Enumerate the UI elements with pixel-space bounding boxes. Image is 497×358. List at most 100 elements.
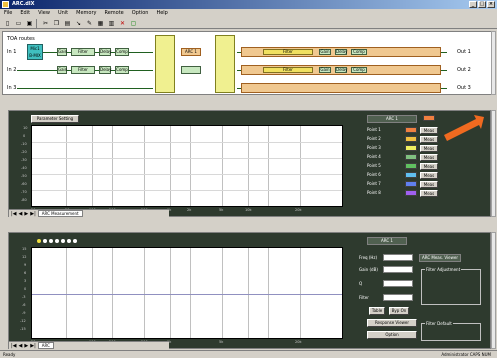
meas-button-1[interactable]: Meas [420, 127, 438, 134]
measurement-scrollbar[interactable] [491, 110, 496, 217]
tab2-next-icon[interactable]: ▶ [24, 343, 28, 349]
freq-label: Freq (Hz) [359, 255, 378, 260]
filter-block-1[interactable]: Filter [71, 48, 95, 56]
output-delay-2[interactable]: Delay [335, 67, 347, 73]
point-color-8[interactable] [405, 190, 417, 196]
open-folder-icon[interactable]: ▭ [14, 19, 23, 28]
comp-block-2[interactable]: Comp [115, 66, 129, 74]
maximize-button[interactable]: □ [478, 1, 486, 8]
arc-block-2[interactable] [181, 66, 201, 74]
page-dot-1[interactable] [37, 239, 41, 243]
tab-last-icon[interactable]: ▶| [30, 211, 36, 217]
page-dot-7[interactable] [73, 239, 77, 243]
tab-first-icon[interactable]: |◀ [11, 211, 17, 217]
menu-file[interactable]: File [4, 9, 12, 18]
menu-option[interactable]: Option [132, 9, 149, 18]
meas-button-6[interactable]: Meas [420, 172, 438, 179]
point-color-2[interactable] [405, 136, 417, 142]
filter-block-2[interactable]: Filter [71, 66, 95, 74]
close-button[interactable]: × [487, 1, 495, 8]
delay-block-2[interactable]: Delay [99, 66, 111, 74]
table-button[interactable]: Table [369, 307, 385, 315]
meas-button-3[interactable]: Meas [420, 145, 438, 152]
point-color-6[interactable] [405, 172, 417, 178]
y-tick: 6 [24, 271, 27, 275]
meas-button-7[interactable]: Meas [420, 181, 438, 188]
q-input[interactable] [383, 280, 413, 287]
grid-line [222, 126, 223, 206]
output-delay-1[interactable]: Delay [335, 49, 347, 55]
output-chain-3[interactable] [241, 83, 441, 93]
memory-icon[interactable]: ▥ [107, 19, 116, 28]
copy-icon[interactable]: ❐ [52, 19, 61, 28]
meas-button-5[interactable]: Meas [420, 163, 438, 170]
tab-next-icon[interactable]: ▶ [24, 211, 28, 217]
page-dot-5[interactable] [61, 239, 65, 243]
menu-memory[interactable]: Memory [76, 9, 96, 18]
y-tick: 10 [23, 126, 28, 130]
gain-block-2[interactable]: Gain [57, 66, 67, 74]
menu-help[interactable]: Help [156, 9, 167, 18]
page-dot-6[interactable] [67, 239, 71, 243]
gain-input[interactable] [383, 266, 413, 273]
arc-block[interactable]: ARC 1 [181, 48, 201, 56]
routing-scrollbar[interactable] [491, 31, 496, 95]
cut-icon[interactable]: ✂ [41, 19, 50, 28]
menu-remote[interactable]: Remote [104, 9, 123, 18]
tab-prev-icon[interactable]: ◀ [19, 211, 23, 217]
delay-block-1[interactable]: Delay [99, 48, 111, 56]
tab2-prev-icon[interactable]: ◀ [19, 343, 23, 349]
delete-icon[interactable]: ✕ [118, 19, 127, 28]
point-color-5[interactable] [405, 163, 417, 169]
paste-icon[interactable]: ▤ [63, 19, 72, 28]
output-gain-1[interactable]: Gain [319, 49, 331, 55]
arc-color-swatch[interactable] [423, 115, 435, 121]
page-dot-2[interactable] [43, 239, 47, 243]
new-file-icon[interactable]: ▯ [3, 19, 12, 28]
gain-block-1[interactable]: Gain [57, 48, 67, 56]
menu-unit[interactable]: Unit [58, 9, 68, 18]
menu-view[interactable]: View [38, 9, 50, 18]
output-filter-2[interactable]: Filter [263, 67, 313, 73]
page-dot-4[interactable] [55, 239, 59, 243]
point-color-1[interactable] [405, 127, 417, 133]
minimize-button[interactable]: _ [469, 1, 477, 8]
output-comp-2[interactable]: Comp [351, 67, 367, 73]
response-graph[interactable] [31, 247, 343, 339]
output-gain-2[interactable]: Gain [319, 67, 331, 73]
y-tick: -3 [22, 295, 26, 299]
response-viewer-button[interactable]: Response Viewer [367, 319, 417, 327]
page-dot-3[interactable] [49, 239, 53, 243]
point-color-4[interactable] [405, 154, 417, 160]
freq-input[interactable] [383, 254, 413, 261]
parameter-setting-button[interactable]: Parameter Setting [31, 115, 79, 123]
tab2-first-icon[interactable]: |◀ [11, 343, 17, 349]
mic-block[interactable]: Mic1 B-MIX [27, 44, 43, 60]
response-scrollbar[interactable] [491, 232, 496, 349]
point-color-3[interactable] [405, 145, 417, 151]
point-color-7[interactable] [405, 181, 417, 187]
input-label-2: In 2 [7, 67, 17, 73]
monitor-icon[interactable]: ▢ [129, 19, 138, 28]
matrix-bus-2[interactable] [215, 35, 235, 93]
tab-arc-measurement[interactable]: ARC Measurement [37, 210, 83, 217]
meas-button-4[interactable]: Meas [420, 154, 438, 161]
output-comp-1[interactable]: Comp [351, 49, 367, 55]
tab2-last-icon[interactable]: ▶| [30, 343, 36, 349]
save-icon[interactable]: ▣ [25, 19, 34, 28]
option-button[interactable]: Option [367, 331, 417, 339]
meas-button-2[interactable]: Meas [420, 136, 438, 143]
arc-meas-viewer-button[interactable]: ARC Meas. Viewer [419, 254, 461, 262]
comp-block-1[interactable]: Comp [115, 48, 129, 56]
pen-icon[interactable]: ✎ [85, 19, 94, 28]
tab-arc[interactable]: ARC [37, 342, 54, 349]
meas-button-8[interactable]: Meas [420, 190, 438, 197]
output-filter-1[interactable]: Filter [263, 49, 313, 55]
link-icon[interactable]: ↘ [74, 19, 83, 28]
measurement-graph[interactable] [31, 125, 343, 207]
bypass-button[interactable]: Byp On [389, 307, 409, 315]
unit-icon[interactable]: ▦ [96, 19, 105, 28]
menu-edit[interactable]: Edit [20, 9, 30, 18]
filter-select[interactable] [383, 294, 413, 301]
matrix-bus-1[interactable] [155, 35, 175, 93]
